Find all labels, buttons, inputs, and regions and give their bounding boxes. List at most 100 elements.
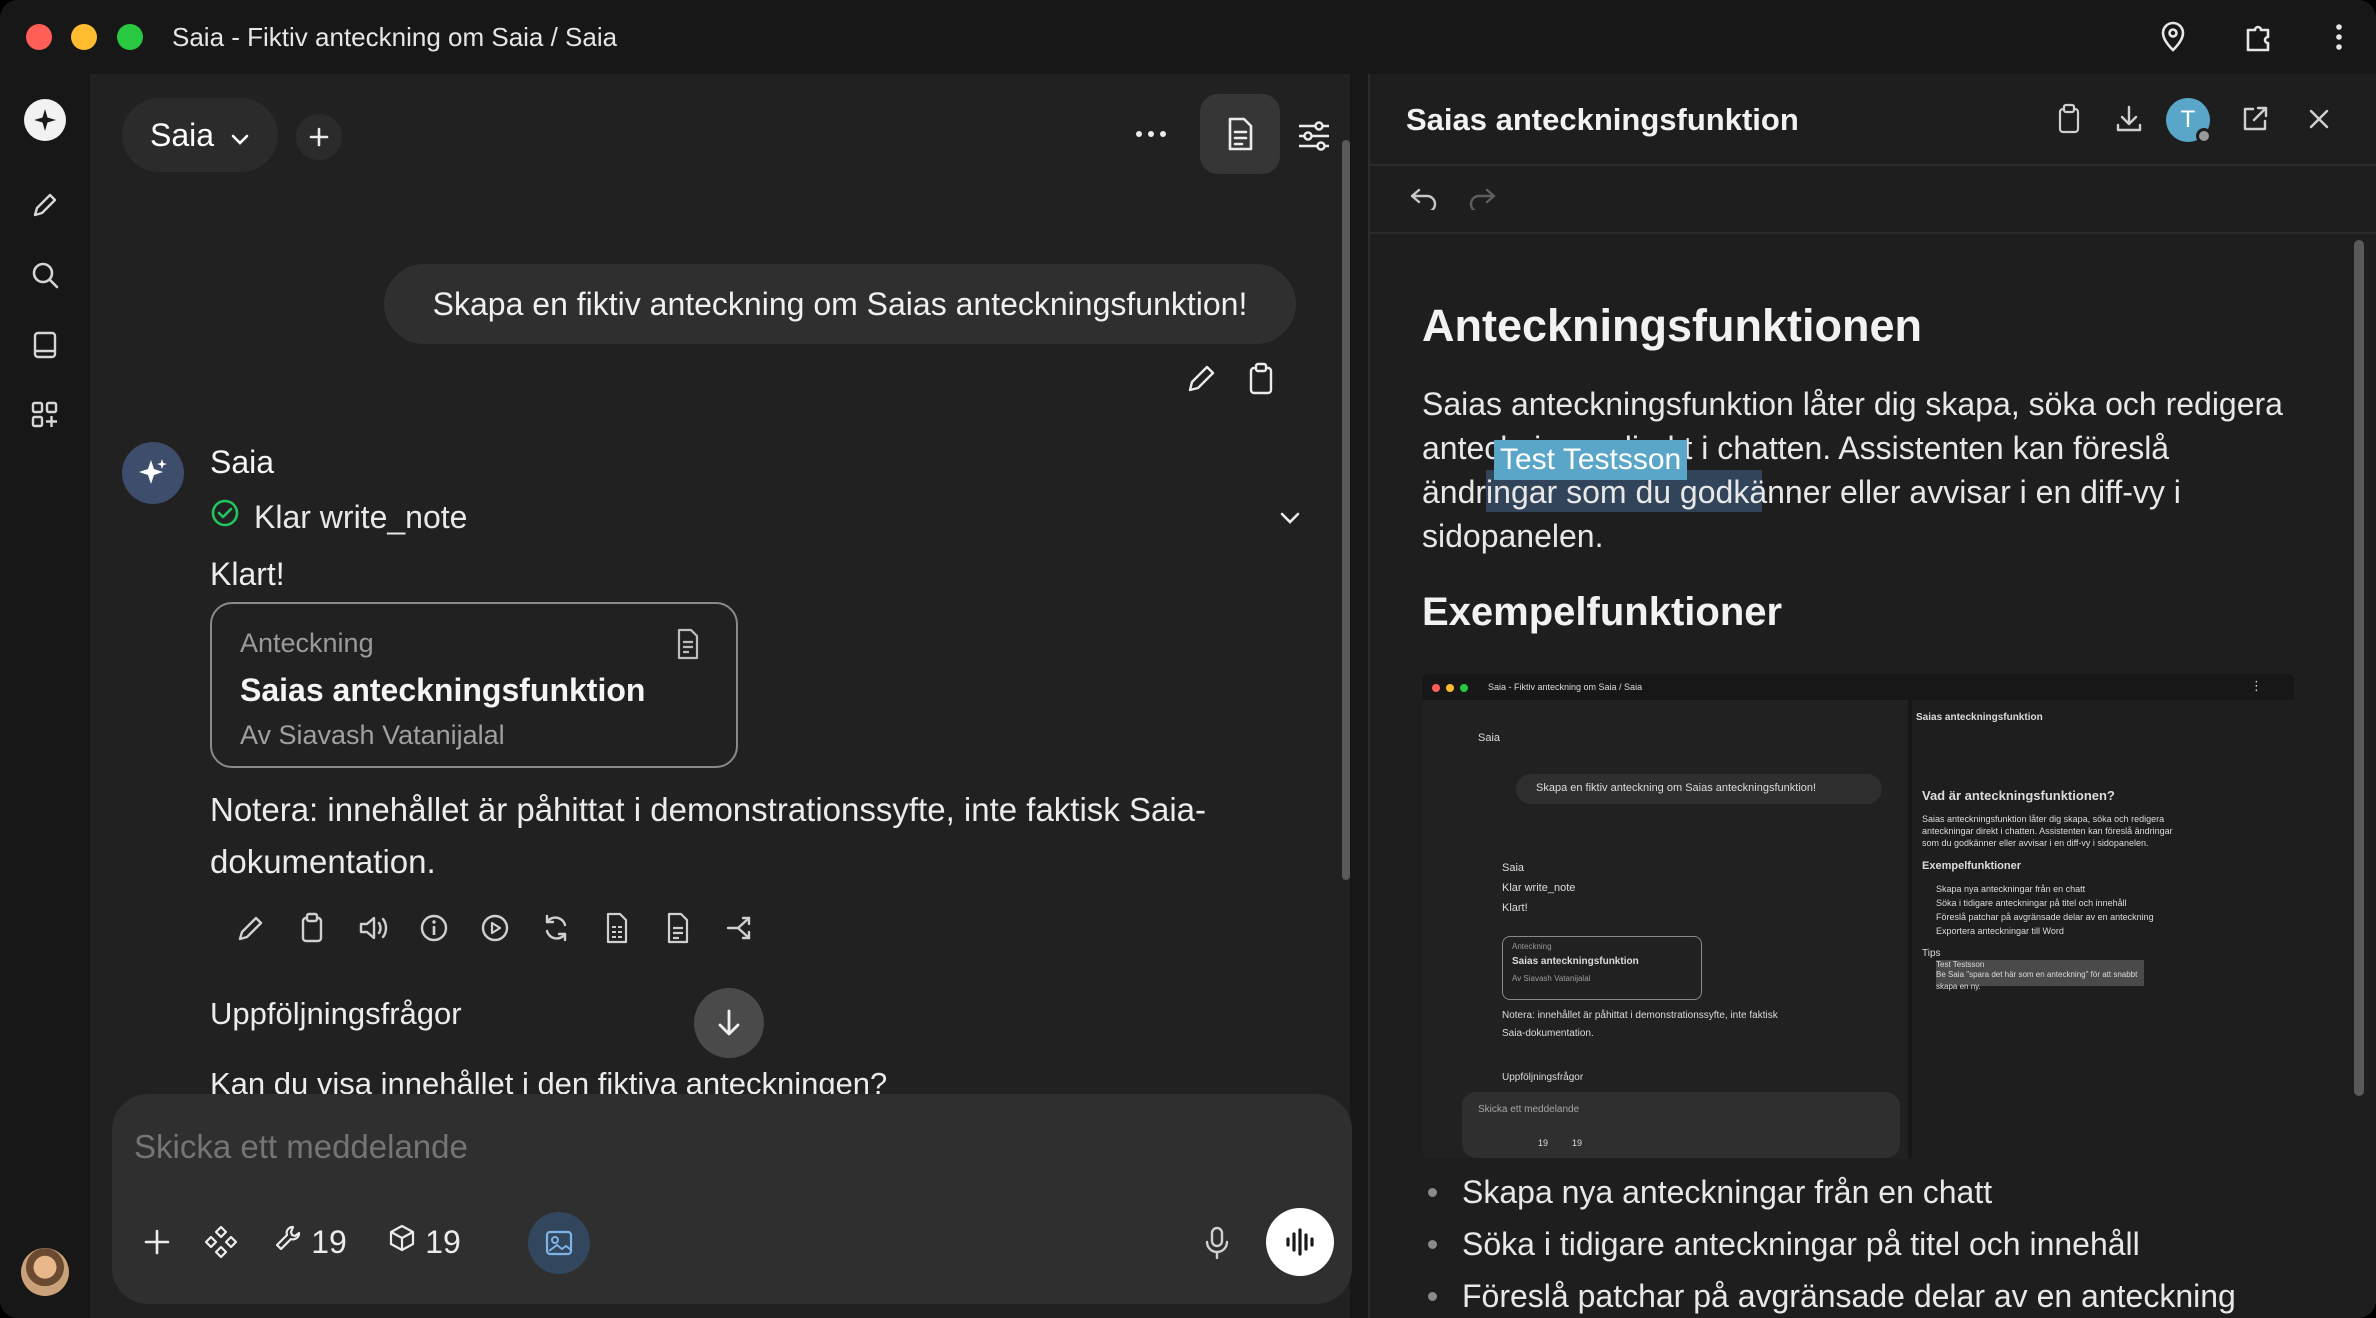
document-note-icon[interactable] [647,906,708,950]
assistant-name: Saia [210,444,275,480]
mini-card-label: Anteckning [1512,942,1552,951]
chat-pane: Saia Skapa en fiktiv anteckning om Saias… [90,74,1352,1318]
mini-red-dot [1432,684,1440,692]
collaborator-cursor-tag: Test Testsson [1494,440,1688,480]
mini-chat-pane: Saia Skapa en fiktiv anteckning om Saias… [1422,700,1908,1158]
extension-puzzle-icon[interactable] [2240,18,2278,56]
followup-heading: Uppföljningsfrågor [210,996,462,1031]
info-icon[interactable] [403,906,464,950]
mini-tips-1: Be Saia "spara det här som en anteckning… [1936,970,2138,979]
cube-icon [387,1223,417,1261]
read-aloud-speaker-icon[interactable] [342,906,403,950]
mini-tips-heading: Tips [1922,948,1941,959]
assistant-avatar [122,442,184,504]
play-circle-icon[interactable] [464,906,525,950]
note-card-title: Saias anteckningsfunktion [240,672,646,708]
doc-subheading: Exempelfunktioner [1422,590,1783,634]
mini-card-author: Av Siavash Vatanijalal [1512,974,1591,983]
attach-plus-icon[interactable] [134,1214,180,1270]
notes-book-icon[interactable] [22,322,68,368]
add-model-button[interactable] [296,114,342,160]
minimize-window-button[interactable] [71,24,97,50]
chevron-down-icon [230,117,250,154]
branch-share-icon[interactable] [708,906,769,950]
user-message-bubble: Skapa en fiktiv anteckning om Saias ante… [384,264,1296,344]
apps-grid-icon[interactable] [22,392,68,438]
mini-doc-p2: anteckningar direkt i chatten. Assistent… [1922,826,2173,836]
mini-user-message: Skapa en fiktiv anteckning om Saias ante… [1536,782,1817,794]
message-composer: 19 19 [112,1094,1352,1304]
copy-icon[interactable] [281,906,342,950]
check-circle-icon [210,498,240,536]
mini-bullet-3: Föreslå patchar på avgränsade delar av e… [1936,912,2154,922]
tools-count: 19 [311,1223,347,1260]
location-pin-icon[interactable] [2154,18,2192,56]
saia-logo-icon[interactable] [24,99,66,141]
mini-doc-p1: Saias anteckningsfunktion låter dig skap… [1922,814,2165,824]
microphone-icon[interactable] [1194,1218,1240,1268]
message-input[interactable] [134,1128,1134,1166]
notes-panel-toggle-button[interactable] [1200,94,1280,174]
document-table-icon[interactable] [586,906,647,950]
edit-icon[interactable] [220,906,281,950]
integrations-icon[interactable] [196,1214,246,1270]
knowledge-button[interactable]: 19 [380,1214,468,1270]
disclaimer-text: Notera: innehållet är påhittat i demonst… [210,791,1207,880]
wrench-icon [273,1223,303,1261]
doc-bullet-list: Skapa nya anteckningar från en chatt Sök… [1422,1166,2236,1318]
expand-tool-details-icon[interactable] [1270,498,1310,538]
mini-tips-tag: Test Testsson [1936,960,1985,969]
window-title: Saia - Fiktiv anteckning om Saia / Saia [172,22,618,52]
mini-menu-dots-icon: ⋮ [2250,678,2263,693]
mini-tool-status: Klar write_note [1502,882,1576,894]
mini-bullet-4: Exportera anteckningar till Word [1936,926,2064,936]
mini-yellow-dot [1446,684,1454,692]
scroll-to-bottom-button[interactable] [694,988,764,1058]
model-selector[interactable]: Saia [122,98,278,172]
mini-tips-2: skapa en ny. [1936,982,1981,991]
mini-doc-p3: som du godkänner eller avvisar i en diff… [1922,838,2149,848]
doc-heading: Anteckningsfunktionen [1422,300,1923,351]
copy-message-icon[interactable] [1240,358,1282,400]
mini-placeholder: Skicka ett meddelande [1478,1104,1580,1115]
app-window: Saia - Fiktiv anteckning om Saia / Saia [0,0,2376,1318]
tools-button[interactable]: 19 [266,1214,354,1270]
mini-green-dot [1460,684,1468,692]
note-document-icon [670,624,706,664]
mini-note-panel: Saias anteckningsfunktion Vad är anteckn… [1912,700,2294,1158]
mini-window-title: Saia - Fiktiv anteckning om Saia / Saia [1488,682,1643,692]
mini-disclaimer-2: Saia-dokumentation. [1502,1028,1594,1039]
message-actions [220,906,769,950]
mini-assistant-name: Saia [1502,862,1525,874]
list-item: Skapa nya anteckningar från en chatt [1422,1166,2236,1218]
new-chat-pencil-icon[interactable] [22,182,68,228]
more-options-icon[interactable] [1126,114,1176,154]
user-avatar[interactable] [21,1248,69,1296]
note-card[interactable]: Anteckning Saias anteckningsfunktion Av … [210,602,738,768]
mini-bullet-1: Skapa nya anteckningar från en chatt [1936,884,2086,894]
tool-status: Klar write_note [210,498,467,536]
mini-reply: Klart! [1502,902,1528,914]
assistant-reply: Klart! [210,556,285,592]
settings-sliders-icon[interactable] [1292,114,1336,158]
mini-knowledge-count: 19 [1572,1138,1583,1148]
note-document[interactable]: Anteckningsfunktionen Saias anteckningsf… [1368,74,2376,1318]
regenerate-icon[interactable] [525,906,586,950]
more-vertical-icon[interactable] [2320,18,2358,56]
edit-message-icon[interactable] [1180,358,1222,400]
close-window-button[interactable] [26,24,52,50]
list-item: Föreslå patchar på avgränsade delar av e… [1422,1270,2236,1318]
maximize-window-button[interactable] [117,24,143,50]
title-bar: Saia - Fiktiv anteckning om Saia / Saia [0,0,2376,74]
voice-mode-button[interactable] [1266,1208,1334,1276]
mini-composer [1462,1092,1900,1158]
chat-scrollbar[interactable] [1342,140,1350,880]
image-generation-toggle[interactable] [528,1212,590,1274]
mini-bullet-2: Söka i tidigare anteckningar på titel oc… [1936,898,2127,908]
tool-status-text: Klar write_note [254,498,468,535]
search-icon[interactable] [22,252,68,298]
mini-doc-subheading: Exempelfunktioner [1922,860,2022,872]
mini-card-title: Saias anteckningsfunktion [1512,956,1639,967]
note-card-label: Anteckning [240,628,374,658]
mini-disclaimer-1: Notera: innehållet är påhittat i demonst… [1502,1010,1778,1021]
